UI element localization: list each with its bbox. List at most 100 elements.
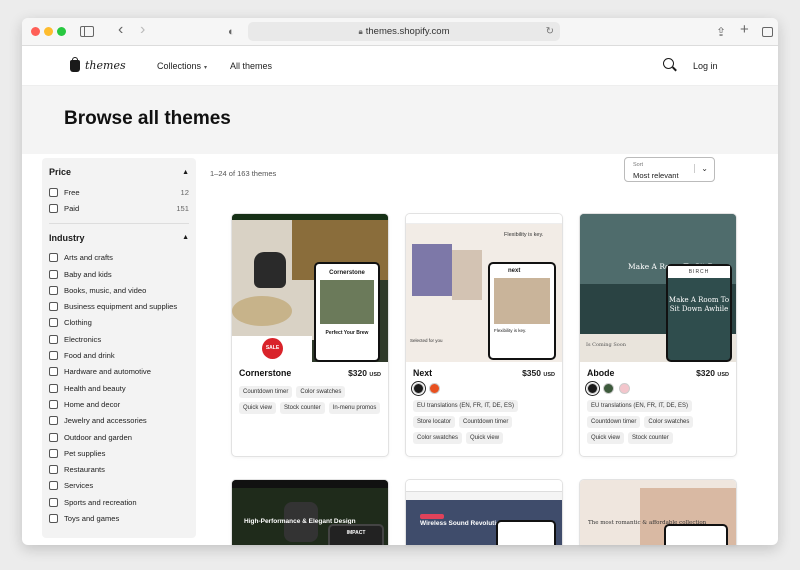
feature-tag: EU translations (EN, FR, IT, DE, ES) <box>587 400 693 412</box>
new-tab-icon[interactable]: + <box>740 21 749 39</box>
checkbox[interactable] <box>49 367 58 377</box>
checkbox[interactable] <box>49 351 58 361</box>
theme-card[interactable]: Wireless Sound Revolution <box>405 479 563 545</box>
checkbox[interactable] <box>49 481 58 491</box>
theme-card[interactable]: High-Performance & Elegant Design IMPACT <box>231 479 389 545</box>
theme-card-cornerstone[interactable]: SALE Cornerstone Perfect Your Brew Corne… <box>231 213 389 457</box>
theme-preview-image[interactable]: High-Performance & Elegant Design IMPACT <box>232 480 388 545</box>
theme-preview-image[interactable]: Wireless Sound Revolution <box>406 480 562 545</box>
theme-preview-image[interactable]: SALE Cornerstone Perfect Your Brew <box>232 214 388 362</box>
mobile-preview-logo: BIRCH <box>668 266 730 278</box>
nav-all-themes[interactable]: All themes <box>230 61 272 71</box>
filter-option-paid[interactable]: Paid 151 <box>49 200 189 216</box>
color-swatch[interactable] <box>429 383 440 394</box>
checkbox[interactable] <box>49 302 58 312</box>
theme-card-next[interactable]: Flexibility is key. Selected for you nex… <box>405 213 563 457</box>
price-filter-title: Price <box>49 167 72 177</box>
checkbox[interactable] <box>49 383 58 393</box>
privacy-shield-icon[interactable]: ◐ <box>228 23 235 41</box>
checkbox[interactable] <box>49 416 58 426</box>
theme-card[interactable]: The most romantic & affordable collectio… <box>579 479 737 545</box>
mobile-preview: IMPACT <box>328 524 384 545</box>
mobile-preview <box>664 524 728 545</box>
filter-option-restaurants[interactable]: Restaurants <box>49 461 189 477</box>
theme-price: $350 USD <box>522 368 555 378</box>
industry-filter-header[interactable]: Industry ▲ <box>49 230 189 246</box>
filter-option-electronics[interactable]: Electronics <box>49 331 189 347</box>
theme-preview-image[interactable]: Make A Room To Sit Down Is Coming Soon B… <box>580 214 736 362</box>
checkbox[interactable] <box>49 497 58 507</box>
nav-collections[interactable]: Collections ▾ <box>157 61 207 71</box>
filter-option-hardware-automotive[interactable]: Hardware and automotive <box>49 364 189 380</box>
site-header: themes Collections ▾ All themes Log in <box>22 46 778 86</box>
filter-option-baby-and-kids[interactable]: Baby and kids <box>49 266 189 282</box>
theme-card-abode[interactable]: Make A Room To Sit Down Is Coming Soon B… <box>579 213 737 457</box>
filter-option-business-equipment[interactable]: Business equipment and supplies <box>49 298 189 314</box>
filter-option-arts-and-crafts[interactable]: Arts and crafts <box>49 250 189 266</box>
price-amount: $320 <box>348 368 367 378</box>
checkbox[interactable] <box>49 285 58 295</box>
filter-option-clothing[interactable]: Clothing <box>49 315 189 331</box>
checkbox[interactable] <box>49 399 58 409</box>
lock-icon: 🔒︎ <box>358 27 363 36</box>
reload-icon[interactable]: ↻ <box>546 22 554 41</box>
sidebar-toggle-icon[interactable] <box>80 26 94 37</box>
filter-option-sports-recreation[interactable]: Sports and recreation <box>49 494 189 510</box>
shopify-themes-logo[interactable]: themes <box>70 56 126 72</box>
checkbox[interactable] <box>49 269 58 279</box>
login-link[interactable]: Log in <box>693 61 718 71</box>
price-amount: $350 <box>522 368 541 378</box>
color-swatch[interactable] <box>413 383 424 394</box>
filter-option-home-decor[interactable]: Home and decor <box>49 396 189 412</box>
filter-option-health-beauty[interactable]: Health and beauty <box>49 380 189 396</box>
back-arrow-icon[interactable]: ‹ <box>118 21 123 39</box>
share-icon[interactable]: ⇪ <box>716 23 726 41</box>
filter-option-books-music-video[interactable]: Books, music, and video <box>49 282 189 298</box>
chevron-up-icon[interactable]: ▲ <box>182 169 189 176</box>
filter-option-jewelry-accessories[interactable]: Jewelry and accessories <box>49 413 189 429</box>
feature-tags: Countdown timer Color swatches Quick vie… <box>239 386 381 414</box>
forward-arrow-icon[interactable]: › <box>140 21 145 39</box>
price-currency: USD <box>717 372 729 378</box>
address-bar[interactable]: 🔒︎ themes.shopify.com ↻ <box>248 22 560 41</box>
color-swatch[interactable] <box>603 383 614 394</box>
filter-option-toys-games[interactable]: Toys and games <box>49 510 189 526</box>
filter-option-label: Health and beauty <box>64 383 126 393</box>
filter-option-outdoor-garden[interactable]: Outdoor and garden <box>49 429 189 445</box>
feature-tag: Stock counter <box>628 432 673 444</box>
filter-option-count: 151 <box>176 203 189 213</box>
feature-tag: Quick view <box>239 402 277 414</box>
zoom-window-button[interactable] <box>57 27 66 36</box>
color-swatches <box>413 383 555 394</box>
chevron-down-icon: ▾ <box>204 65 208 71</box>
sort-dropdown[interactable]: Sort Most relevant ⌄ <box>624 157 715 182</box>
color-swatch[interactable] <box>587 383 598 394</box>
search-icon[interactable] <box>663 58 674 69</box>
checkbox[interactable] <box>49 318 58 328</box>
theme-preview-image[interactable]: Flexibility is key. Selected for you nex… <box>406 214 562 362</box>
checkbox[interactable] <box>49 334 58 344</box>
filter-option-services[interactable]: Services <box>49 478 189 494</box>
filter-option-food-and-drink[interactable]: Food and drink <box>49 347 189 363</box>
close-window-button[interactable] <box>31 27 40 36</box>
shopify-bag-icon <box>70 56 80 72</box>
checkbox[interactable] <box>49 448 58 458</box>
filter-option-pet-supplies[interactable]: Pet supplies <box>49 445 189 461</box>
feature-tag: EU translations (EN, FR, IT, DE, ES) <box>413 400 519 412</box>
filter-option-free[interactable]: Free 12 <box>49 184 189 200</box>
price-filter-header[interactable]: Price ▲ <box>49 164 189 180</box>
theme-preview-image[interactable]: The most romantic & affordable collectio… <box>580 480 736 545</box>
color-swatch[interactable] <box>619 383 630 394</box>
checkbox[interactable] <box>49 465 58 475</box>
checkbox[interactable] <box>49 253 58 263</box>
checkbox[interactable] <box>49 513 58 523</box>
filter-option-count: 12 <box>180 187 189 197</box>
checkbox[interactable] <box>49 203 58 213</box>
checkbox[interactable] <box>49 432 58 442</box>
results-count: 1–24 of 163 themes <box>210 169 277 178</box>
filter-option-label: Free <box>64 187 80 197</box>
checkbox[interactable] <box>49 187 58 197</box>
chevron-up-icon[interactable]: ▲ <box>182 234 189 241</box>
minimize-window-button[interactable] <box>44 27 53 36</box>
tab-overview-icon[interactable] <box>762 27 773 37</box>
